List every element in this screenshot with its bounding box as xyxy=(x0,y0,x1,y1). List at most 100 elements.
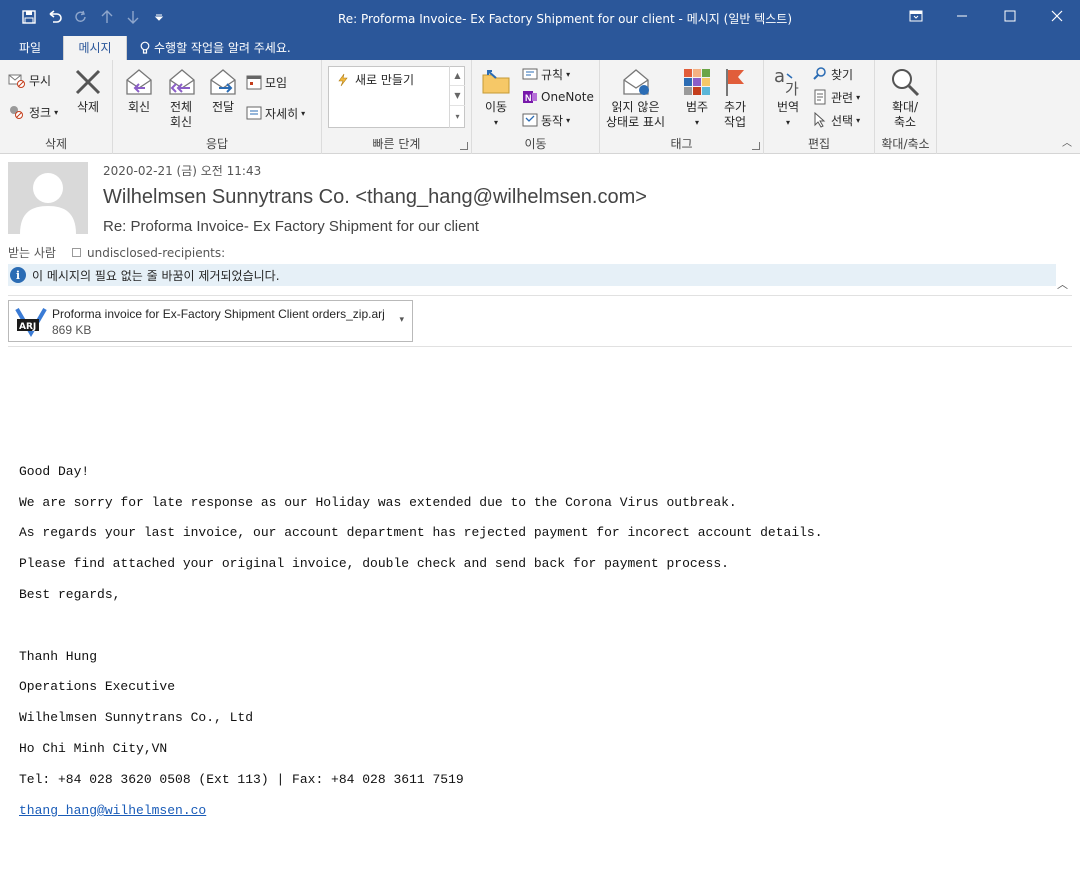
flag-icon xyxy=(726,69,744,96)
more-respond-button[interactable]: 자세히 ▾ xyxy=(246,103,305,123)
attachment-size: 869 KB xyxy=(52,323,92,337)
tab-message[interactable]: 메시지 xyxy=(63,36,127,60)
group-label-tags: 태그 xyxy=(670,137,693,151)
delete-group: 무시 정크 ▾ 삭제 삭제 xyxy=(0,60,113,154)
group-label-quick-steps: 빠른 단계 xyxy=(372,137,421,151)
svg-text:가: 가 xyxy=(785,80,799,98)
tab-file[interactable]: 파일 xyxy=(6,36,54,60)
rules-icon xyxy=(522,68,538,80)
related-button[interactable]: 관련 ▾ xyxy=(812,87,860,107)
folder-move-icon xyxy=(482,70,510,94)
body-paragraph: Please find attached your original invoi… xyxy=(19,556,729,571)
attachment-dropdown-icon[interactable]: ▾ xyxy=(399,315,404,325)
mark-unread-icon xyxy=(622,69,649,95)
more-icon xyxy=(246,106,262,120)
message-date: 2020-02-21 (금) 오전 11:43 xyxy=(103,164,262,178)
follow-up-button[interactable]: 추가 작업 xyxy=(720,66,750,130)
chevron-down-icon: ▾ xyxy=(566,69,571,79)
ignore-button[interactable]: 무시 xyxy=(8,70,51,90)
group-label-delete: 삭제 xyxy=(44,137,68,151)
chevron-down-icon: ▾ xyxy=(301,108,306,118)
to-label: 받는 사람 xyxy=(8,246,56,260)
chevron-down-icon: ▾ xyxy=(856,115,861,125)
editing-group: a가 번역 ▾ 찾기 관련 ▾ 선택 ▾ 편집 xyxy=(764,60,875,154)
message-header: 2020-02-21 (금) 오전 11:43 Wilhelmsen Sunny… xyxy=(0,154,1080,294)
ribbon-tabs: 파일 메시지 수행할 작업을 알려 주세요. xyxy=(0,36,1080,60)
meeting-icon xyxy=(246,75,262,90)
info-icon: i xyxy=(10,267,26,283)
minimize-button[interactable] xyxy=(939,0,985,32)
collapse-header-icon[interactable]: ︿ xyxy=(1057,276,1068,292)
info-bar[interactable]: i 이 메시지의 필요 없는 줄 바꿈이 제거되었습니다. xyxy=(8,264,1056,286)
move-group: 이동 ▾ 규칙 ▾ N OneNote 동작 ▾ 이동 xyxy=(472,60,600,154)
move-button[interactable]: 이동 ▾ xyxy=(480,66,512,130)
zoom-button[interactable]: 확대/ 축소 xyxy=(889,66,921,130)
ignore-icon xyxy=(8,74,25,88)
quick-step-new[interactable]: 새로 만들기 xyxy=(337,71,414,88)
onenote-icon: N xyxy=(523,91,537,103)
forward-button[interactable]: 전달 xyxy=(207,66,239,115)
signature-email-link[interactable]: thang_hang@wilhelmsen.co xyxy=(19,803,206,818)
reply-button[interactable]: 회신 xyxy=(123,66,155,115)
group-label-editing: 편집 xyxy=(807,137,831,151)
chevron-down-icon: ▾ xyxy=(785,118,790,127)
respond-group: 회신 전체 회신 전달 모임 자세히 ▾ 응답 xyxy=(113,60,322,154)
delete-button[interactable]: 삭제 xyxy=(72,66,104,115)
translate-button[interactable]: a가 번역 ▾ xyxy=(772,66,804,130)
scroll-up-icon[interactable]: ▲ xyxy=(450,66,465,86)
scroll-down-icon[interactable]: ▼ xyxy=(450,86,465,106)
group-label-move: 이동 xyxy=(524,137,547,151)
close-button[interactable] xyxy=(1034,0,1080,32)
tags-group: 읽지 않은 상태로 표시 범주 ▾ 추가 작업 태그 xyxy=(600,60,764,154)
person-icon xyxy=(20,173,76,234)
recipients-row: 받는 사람 undisclosed-recipients: xyxy=(8,244,225,261)
recipient-checkbox xyxy=(71,248,81,257)
svg-text:N: N xyxy=(525,93,532,103)
message-subject: Re: Proforma Invoice- Ex Factory Shipmen… xyxy=(103,218,479,235)
more-quick-steps-icon[interactable]: ▾ xyxy=(450,106,465,126)
divider xyxy=(8,295,1072,296)
maximize-button[interactable] xyxy=(987,0,1033,32)
reply-icon xyxy=(126,69,152,95)
cursor-icon xyxy=(814,112,826,128)
to-value[interactable]: undisclosed-recipients: xyxy=(87,246,225,260)
chevron-down-icon: ▾ xyxy=(856,92,861,102)
lightning-icon xyxy=(338,73,348,86)
body-greeting: Good Day! xyxy=(19,464,90,479)
sender[interactable]: Wilhelmsen Sunnytrans Co. <thang_hang@wi… xyxy=(103,186,647,209)
chevron-down-icon: ▾ xyxy=(566,115,571,125)
tell-me-box[interactable]: 수행할 작업을 알려 주세요. xyxy=(140,36,291,60)
junk-button[interactable]: 정크 ▾ xyxy=(8,102,58,122)
find-button[interactable]: 찾기 xyxy=(812,64,853,84)
body-paragraph: We are sorry for late response as our Ho… xyxy=(19,495,737,510)
divider xyxy=(8,346,1072,347)
categorize-icon xyxy=(684,69,710,95)
group-label-respond: 응답 xyxy=(205,137,229,151)
chevron-down-icon: ▾ xyxy=(493,118,498,127)
mark-unread-button[interactable]: 읽지 않은 상태로 표시 xyxy=(606,66,665,130)
collapse-ribbon-icon[interactable]: ︿ xyxy=(1062,134,1072,149)
group-label-zoom: 확대/축소 xyxy=(881,137,930,151)
chevron-down-icon: ▾ xyxy=(54,107,59,117)
title-bar: Re: Proforma Invoice- Ex Factory Shipmen… xyxy=(0,0,1080,36)
ribbon-display-options-icon[interactable] xyxy=(893,0,939,32)
categorize-button[interactable]: 범주 ▾ xyxy=(682,66,712,130)
rules-button[interactable]: 규칙 ▾ xyxy=(522,64,570,84)
actions-button[interactable]: 동작 ▾ xyxy=(522,110,570,130)
related-icon xyxy=(814,89,826,105)
meeting-button[interactable]: 모임 xyxy=(246,72,287,92)
onenote-button[interactable]: N OneNote xyxy=(522,87,594,107)
quick-steps-launcher-icon[interactable] xyxy=(460,142,468,150)
attachment-name: Proforma invoice for Ex-Factory Shipment… xyxy=(52,307,385,321)
attachment[interactable]: ARJ Proforma invoice for Ex-Factory Ship… xyxy=(8,300,413,342)
signature-company: Wilhelmsen Sunnytrans Co., Ltd xyxy=(19,710,254,725)
tags-launcher-icon[interactable] xyxy=(752,142,760,150)
select-button[interactable]: 선택 ▾ xyxy=(812,110,860,130)
forward-icon xyxy=(210,69,236,95)
signature-title: Operations Executive xyxy=(19,679,176,694)
zoom-icon xyxy=(892,69,920,97)
avatar xyxy=(8,162,88,234)
tell-me-text: 수행할 작업을 알려 주세요. xyxy=(154,41,291,55)
body-closing: Best regards, xyxy=(19,587,121,602)
reply-all-button[interactable]: 전체 회신 xyxy=(164,66,198,130)
